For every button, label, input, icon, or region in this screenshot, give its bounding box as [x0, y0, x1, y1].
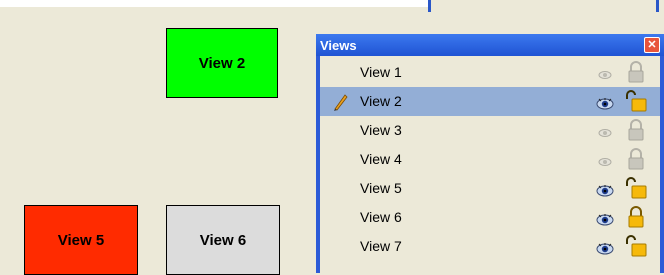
- views-list-row[interactable]: View 1: [320, 58, 660, 87]
- views-list-row[interactable]: View 4: [320, 145, 660, 174]
- eye-hidden-icon[interactable]: [596, 124, 614, 137]
- views-list-row[interactable]: View 2: [320, 87, 660, 116]
- lock-disabled-icon[interactable]: [625, 148, 647, 170]
- eye-hidden-icon[interactable]: [596, 153, 614, 166]
- view-row-label: View 3: [360, 122, 402, 138]
- view-row-label: View 2: [360, 93, 402, 109]
- view-row-label: View 1: [360, 64, 402, 80]
- pencil-icon: [332, 93, 348, 111]
- views-list-row[interactable]: View 6: [320, 203, 660, 232]
- lock-closed-icon[interactable]: [625, 206, 647, 228]
- eye-icon[interactable]: [596, 95, 614, 110]
- eye-hidden-icon[interactable]: [596, 66, 614, 79]
- close-icon[interactable]: ✕: [644, 37, 660, 53]
- top-strip: [0, 0, 664, 12]
- views-list-row[interactable]: View 5: [320, 174, 660, 203]
- lock-open-icon[interactable]: [625, 177, 647, 199]
- top-frame-edge-left: [428, 0, 431, 12]
- views-panel: Views ✕ View 1 View 2 View 3 View 4 View 5 Vi…: [316, 34, 664, 273]
- views-list-row[interactable]: View 7: [320, 232, 660, 261]
- lock-open-icon[interactable]: [625, 235, 647, 257]
- eye-icon[interactable]: [596, 240, 614, 255]
- canvas-view-5[interactable]: View 5: [24, 205, 138, 275]
- views-panel-titlebar[interactable]: Views ✕: [316, 34, 664, 56]
- views-list: View 1 View 2 View 3 View 4 View 5 View 6 View…: [320, 56, 660, 273]
- lock-open-icon[interactable]: [625, 90, 647, 112]
- lock-disabled-icon[interactable]: [625, 119, 647, 141]
- view-row-label: View 4: [360, 151, 402, 167]
- top-frame-edge-right: [656, 0, 659, 12]
- eye-icon[interactable]: [596, 211, 614, 226]
- canvas-view-2[interactable]: View 2: [166, 28, 278, 98]
- top-white-area: [0, 0, 430, 7]
- canvas-view-6[interactable]: View 6: [166, 205, 280, 275]
- view-row-label: View 7: [360, 238, 402, 254]
- views-list-row[interactable]: View 3: [320, 116, 660, 145]
- views-panel-title: Views: [320, 38, 357, 53]
- lock-disabled-icon[interactable]: [625, 61, 647, 83]
- view-row-label: View 6: [360, 209, 402, 225]
- eye-icon[interactable]: [596, 182, 614, 197]
- view-row-label: View 5: [360, 180, 402, 196]
